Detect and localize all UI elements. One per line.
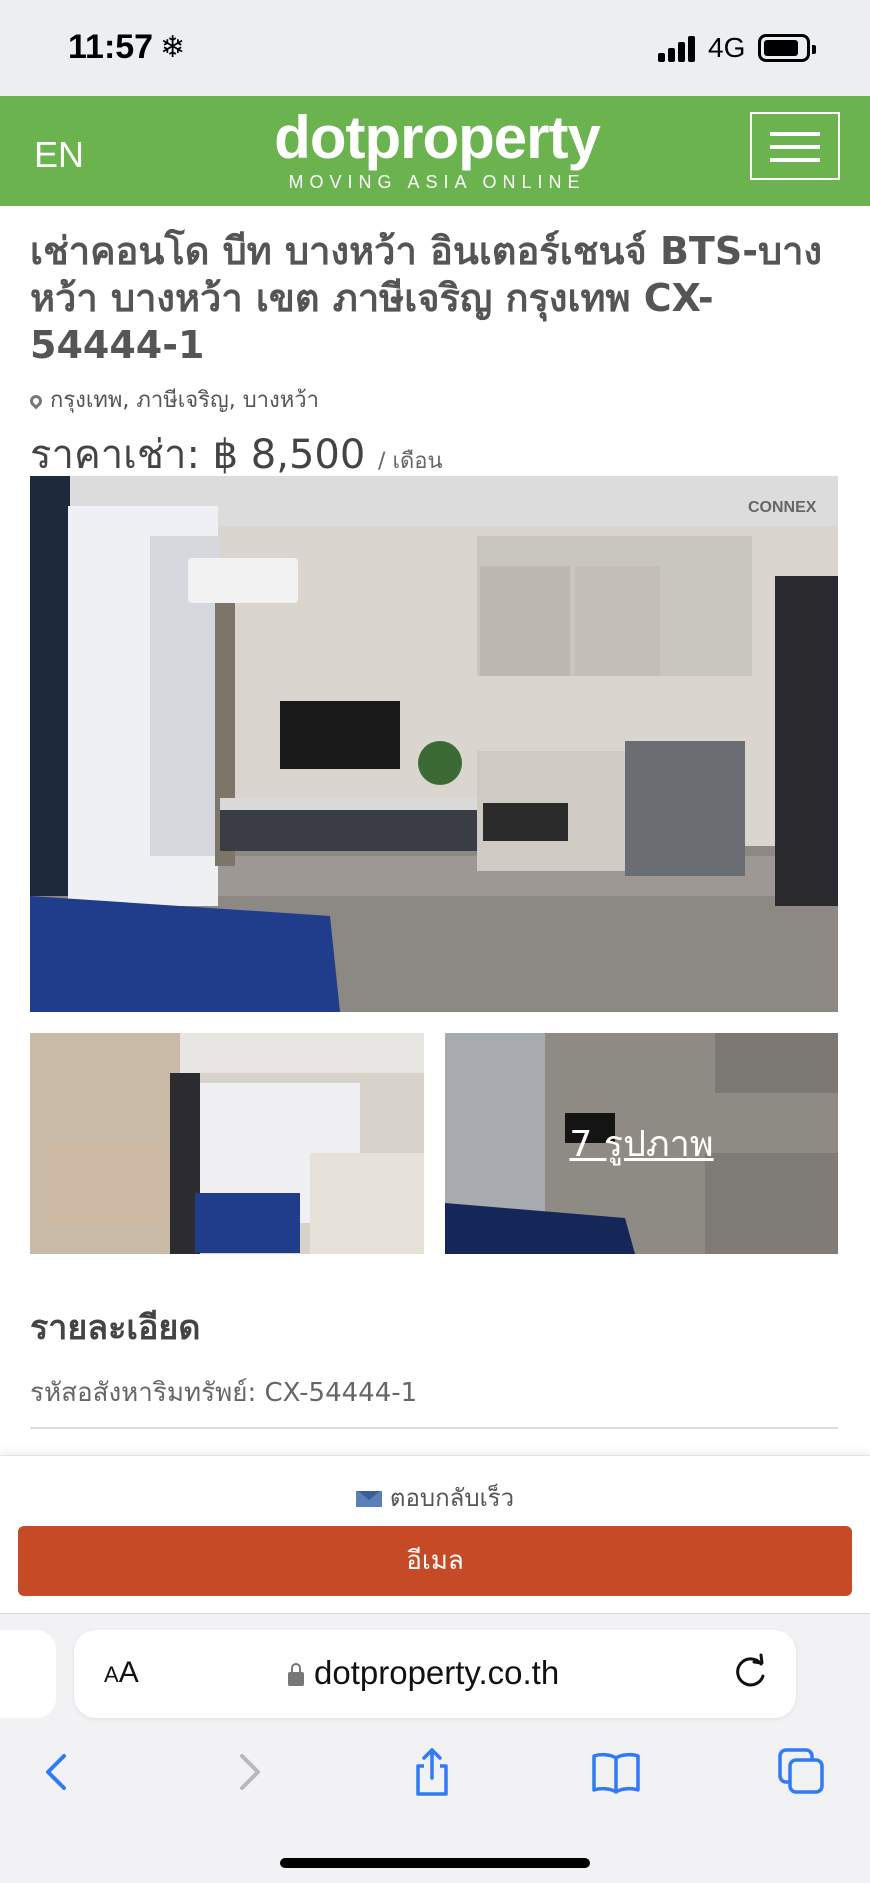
contact-bar: ตอบกลับเร็ว อีเมล <box>0 1455 870 1613</box>
property-code: รหัสอสังหาริมทรัพย์: CX-54444-1 <box>30 1378 418 1408</box>
network-type: 4G <box>708 32 746 63</box>
details-heading: รายละเอียด <box>30 1308 201 1348</box>
home-indicator[interactable] <box>280 1858 590 1868</box>
bookmarks-icon[interactable] <box>588 1744 644 1800</box>
quick-reply-text: ตอบกลับเร็ว <box>389 1484 515 1512</box>
battery-icon <box>758 34 816 62</box>
status-time: 11:57 <box>68 28 154 66</box>
thumbnail-photo-more[interactable]: 7 รูปภาพ <box>445 1033 838 1254</box>
snowflake-icon: ❄ <box>160 30 186 65</box>
url-display[interactable]: dotproperty.co.th <box>288 1654 559 1692</box>
listing-location: กรุงเทพ, ภาษีเจริญ, บางหว้า <box>27 382 319 417</box>
reload-icon[interactable] <box>730 1652 770 1696</box>
envelope-icon <box>355 1491 382 1507</box>
logo-tagline: MOVING ASIA ONLINE <box>288 172 586 192</box>
listing-title: เช่าคอนโด บีท บางหว้า อินเตอร์เชนจ์ BTS-… <box>30 229 823 367</box>
back-icon[interactable] <box>30 1744 86 1800</box>
tabs-icon[interactable] <box>774 1744 830 1800</box>
email-button[interactable]: อีเมล <box>18 1526 852 1596</box>
share-icon[interactable] <box>404 1744 460 1800</box>
forward-icon[interactable] <box>220 1744 276 1800</box>
location-text: กรุงเทพ, ภาษีเจริญ, บางหว้า <box>50 388 319 413</box>
lock-icon <box>288 1663 304 1686</box>
previous-tab-card[interactable] <box>0 1630 56 1718</box>
thumbnail-photo[interactable] <box>30 1033 424 1254</box>
price-label: ราคาเช่า: <box>30 432 200 478</box>
text-size-button[interactable]: AA <box>104 1656 139 1690</box>
quick-reply-note: ตอบกลับเร็ว <box>0 1478 870 1517</box>
cellular-signal-icon <box>658 34 700 62</box>
map-pin-icon <box>27 392 45 410</box>
hamburger-menu-icon[interactable] <box>750 112 840 180</box>
status-bar: 11:57 ❄ 4G <box>0 0 870 96</box>
site-header: EN dotproperty MOVING ASIA ONLINE <box>0 96 870 206</box>
site-logo[interactable]: dotproperty MOVING ASIA ONLINE <box>262 106 612 193</box>
browser-toolbar: AA dotproperty.co.th <box>0 1613 870 1883</box>
price-period: / เดือน <box>378 449 443 474</box>
logo-text: dotproperty <box>274 104 601 171</box>
divider <box>30 1427 838 1429</box>
url-text: dotproperty.co.th <box>314 1654 560 1691</box>
language-switch[interactable]: EN <box>34 134 84 176</box>
watermark-text: CONNEX <box>748 499 817 516</box>
address-bar[interactable]: AA dotproperty.co.th <box>74 1630 796 1718</box>
main-photo[interactable]: CONNEX <box>30 476 838 1012</box>
price-value: ฿ 8,500 <box>212 432 366 478</box>
photo-count-link[interactable]: 7 รูปภาพ <box>445 1115 838 1172</box>
